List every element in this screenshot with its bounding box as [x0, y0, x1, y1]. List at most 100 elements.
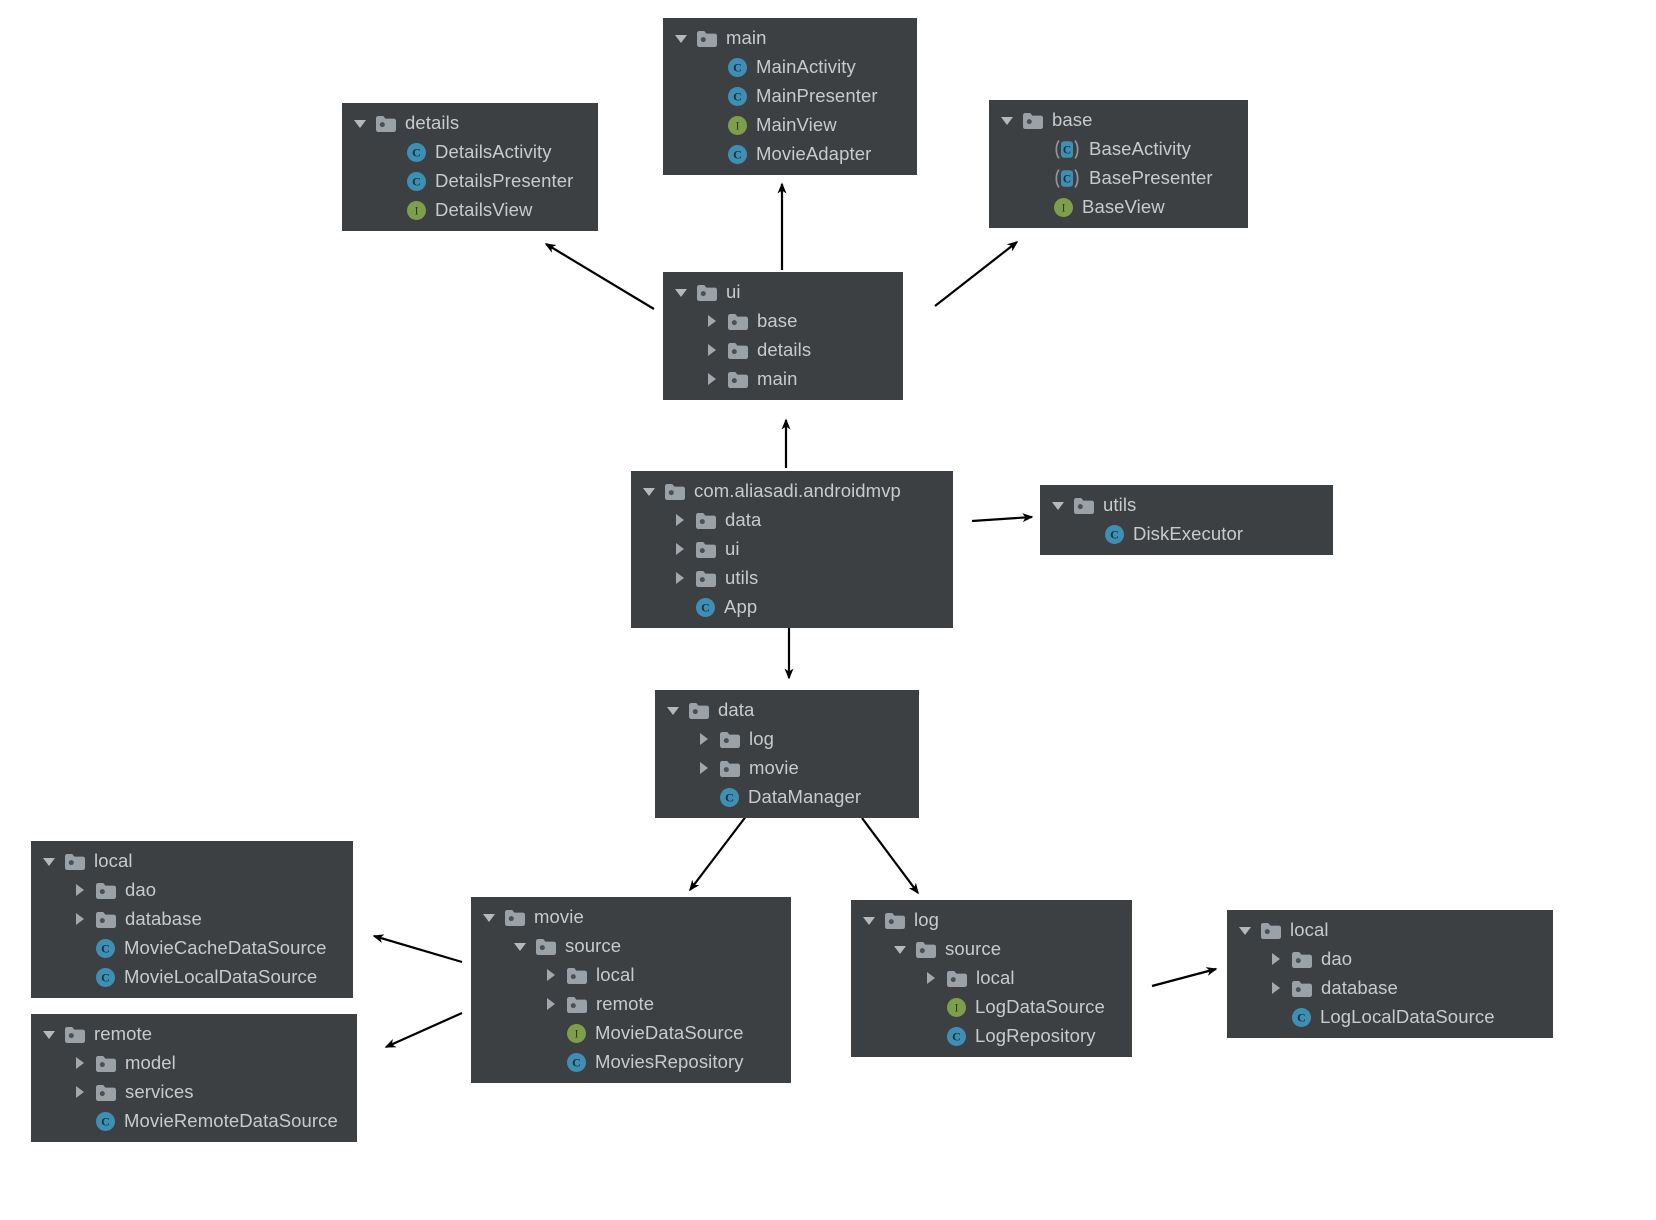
triangle-right-icon[interactable] [698, 762, 711, 775]
tree-row[interactable]: C MainActivity [663, 53, 917, 82]
tree-row[interactable]: C MovieAdapter [663, 140, 917, 169]
tree-row[interactable]: C DetailsActivity [342, 138, 598, 167]
node-header-row[interactable]: local [1227, 916, 1553, 945]
node-header-row[interactable]: data [655, 696, 919, 725]
tree-row[interactable]: C MovieLocalDataSource [31, 963, 353, 992]
triangle-right-icon[interactable] [1270, 953, 1283, 966]
interface-i-icon: I [407, 201, 426, 220]
tree-row[interactable]: details [663, 336, 903, 365]
triangle-right-icon[interactable] [74, 913, 87, 926]
tree-row[interactable]: I LogDataSource [851, 993, 1132, 1022]
root-package-node[interactable]: com.aliasadi.androidmvp data ui utils C App [631, 471, 953, 628]
node-header-row[interactable]: remote [31, 1020, 357, 1049]
tree-row[interactable]: services [31, 1078, 357, 1107]
details-package-node[interactable]: details C DetailsActivity C DetailsPresenter… [342, 103, 598, 231]
node-header-row[interactable]: log [851, 906, 1132, 935]
triangle-down-icon[interactable] [1052, 499, 1065, 512]
node-header-row[interactable]: utils [1040, 491, 1333, 520]
node-header-row[interactable]: local [31, 847, 353, 876]
movie-local-package-node[interactable]: local dao database C MovieCacheDataSource C Mo… [31, 841, 353, 998]
triangle-down-icon[interactable] [675, 32, 688, 45]
node-header-row[interactable]: details [342, 109, 598, 138]
tree-row[interactable]: C DetailsPresenter [342, 167, 598, 196]
package-folder-icon [567, 967, 587, 984]
tree-row[interactable]: data [631, 506, 953, 535]
triangle-right-icon[interactable] [674, 514, 687, 527]
tree-row[interactable]: model [31, 1049, 357, 1078]
triangle-down-icon[interactable] [43, 1028, 56, 1041]
movie-remote-package-node[interactable]: remote model services C MovieRemoteDataSourc… [31, 1014, 357, 1142]
triangle-down-icon[interactable] [354, 117, 367, 130]
tree-row[interactable]: C MainPresenter [663, 82, 917, 111]
tree-row[interactable]: log [655, 725, 919, 754]
tree-row[interactable]: C DataManager [655, 783, 919, 812]
triangle-down-icon[interactable] [1239, 924, 1252, 937]
utils-package-node[interactable]: utils C DiskExecutor [1040, 485, 1333, 555]
triangle-right-icon[interactable] [74, 1086, 87, 1099]
triangle-right-icon[interactable] [545, 969, 558, 982]
triangle-right-icon[interactable] [674, 572, 687, 585]
tree-row[interactable]: C MovieCacheDataSource [31, 934, 353, 963]
triangle-right-icon[interactable] [74, 1057, 87, 1070]
data-package-node[interactable]: data log movie C DataManager [655, 690, 919, 818]
triangle-right-icon[interactable] [545, 998, 558, 1011]
tree-row[interactable]: C LogRepository [851, 1022, 1132, 1051]
tree-row[interactable]: I DetailsView [342, 196, 598, 225]
tree-row[interactable]: main [663, 365, 903, 394]
tree-row[interactable]: source [851, 935, 1132, 964]
tree-row[interactable]: utils [631, 564, 953, 593]
triangle-down-icon[interactable] [1001, 114, 1014, 127]
triangle-down-icon[interactable] [667, 704, 680, 717]
tree-row[interactable]: C BaseActivity [989, 135, 1248, 164]
triangle-down-icon[interactable] [483, 911, 496, 924]
triangle-right-icon[interactable] [706, 315, 719, 328]
tree-row[interactable]: C DiskExecutor [1040, 520, 1333, 549]
tree-row[interactable]: local [851, 964, 1132, 993]
triangle-right-icon[interactable] [698, 733, 711, 746]
tree-row[interactable]: database [31, 905, 353, 934]
tree-row[interactable]: source [471, 932, 791, 961]
triangle-right-icon[interactable] [1270, 982, 1283, 995]
tree-row[interactable]: C App [631, 593, 953, 622]
tree-row[interactable]: C LogLocalDataSource [1227, 1003, 1553, 1032]
triangle-down-icon[interactable] [643, 485, 656, 498]
log-local-package-node[interactable]: local dao database C LogLocalDataSource [1227, 910, 1553, 1038]
triangle-right-icon[interactable] [674, 543, 687, 556]
triangle-right-icon[interactable] [925, 972, 938, 985]
tree-row[interactable]: remote [471, 990, 791, 1019]
triangle-down-icon[interactable] [675, 286, 688, 299]
tree-row[interactable]: I MainView [663, 111, 917, 140]
main-package-node[interactable]: main C MainActivity C MainPresenter I MainView… [663, 18, 917, 175]
tree-row[interactable]: C MoviesRepository [471, 1048, 791, 1077]
tree-row[interactable]: database [1227, 974, 1553, 1003]
ui-package-node[interactable]: ui base details main [663, 272, 903, 400]
tree-row[interactable]: C BasePresenter [989, 164, 1248, 193]
node-header-row[interactable]: movie [471, 903, 791, 932]
node-header-row[interactable]: base [989, 106, 1248, 135]
triangle-down-icon[interactable] [514, 940, 527, 953]
movie-package-node[interactable]: movie source local remote I MovieDataSource C M… [471, 897, 791, 1083]
triangle-right-icon[interactable] [74, 884, 87, 897]
base-package-node[interactable]: base C BaseActivity C BasePresenter I BaseView [989, 100, 1248, 228]
tree-row[interactable]: C MovieRemoteDataSource [31, 1107, 357, 1136]
node-header-row[interactable]: ui [663, 278, 903, 307]
class-c-icon: C [407, 143, 426, 162]
tree-row[interactable]: base [663, 307, 903, 336]
triangle-right-icon[interactable] [706, 373, 719, 386]
tree-row[interactable]: ui [631, 535, 953, 564]
triangle-right-icon[interactable] [706, 344, 719, 357]
triangle-down-icon[interactable] [43, 855, 56, 868]
tree-row[interactable]: dao [31, 876, 353, 905]
tree-row[interactable]: I MovieDataSource [471, 1019, 791, 1048]
class-c-icon: C [96, 968, 115, 987]
tree-row[interactable]: movie [655, 754, 919, 783]
tree-row[interactable]: I BaseView [989, 193, 1248, 222]
tree-row[interactable]: local [471, 961, 791, 990]
node-header-row[interactable]: com.aliasadi.androidmvp [631, 477, 953, 506]
triangle-down-icon[interactable] [894, 943, 907, 956]
triangle-down-icon[interactable] [863, 914, 876, 927]
log-package-node[interactable]: log source local I LogDataSource C LogReposito… [851, 900, 1132, 1057]
node-header-row[interactable]: main [663, 24, 917, 53]
tree-row[interactable]: dao [1227, 945, 1553, 974]
